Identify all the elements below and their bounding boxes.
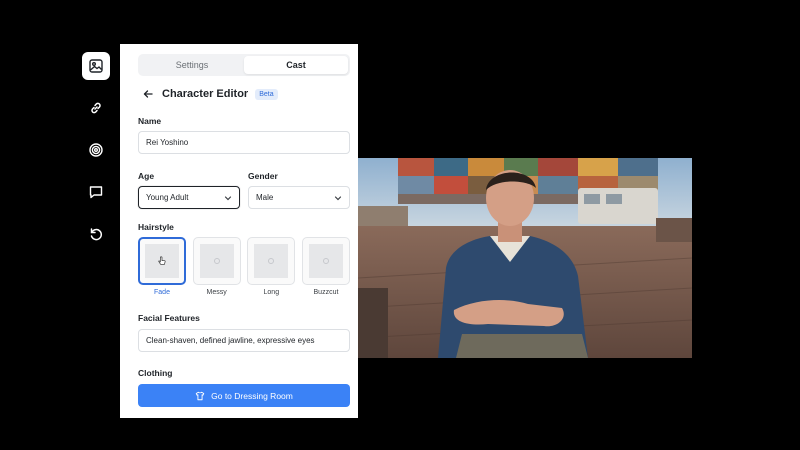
beta-badge: Beta bbox=[255, 88, 278, 100]
image-icon bbox=[89, 59, 103, 73]
rail-target-button[interactable] bbox=[82, 136, 110, 164]
placeholder-icon bbox=[322, 258, 329, 264]
chat-icon bbox=[89, 186, 103, 199]
preview-illustration bbox=[358, 158, 692, 358]
page-title: Character Editor bbox=[162, 88, 249, 100]
rail-link-button[interactable] bbox=[82, 94, 110, 122]
facial-features-label: Facial Features bbox=[138, 313, 200, 323]
tab-cast[interactable]: Cast bbox=[244, 56, 348, 74]
link-icon bbox=[91, 102, 101, 114]
name-input[interactable]: Rei Yoshino bbox=[138, 131, 350, 154]
rail-image-button[interactable] bbox=[82, 52, 110, 80]
character-preview-image bbox=[358, 158, 692, 358]
rail-undo-button[interactable] bbox=[82, 220, 110, 248]
hairstyle-options: Fade Messy Long Buzzcut bbox=[138, 237, 350, 296]
age-select[interactable]: Young Adult bbox=[138, 186, 240, 209]
target-icon bbox=[89, 143, 103, 157]
hairstyle-label: Hairstyle bbox=[138, 222, 174, 232]
chevron-down-icon bbox=[224, 195, 232, 200]
editor-header: Character Editor Beta bbox=[142, 88, 278, 100]
rail-chat-button[interactable] bbox=[82, 178, 110, 206]
chevron-down-icon bbox=[334, 195, 342, 200]
clothing-label: Clothing bbox=[138, 368, 173, 378]
hand-pointer-icon bbox=[158, 256, 166, 265]
facial-features-input[interactable]: Clean-shaven, defined jawline, expressiv… bbox=[138, 329, 350, 352]
dressing-room-button[interactable]: Go to Dressing Room bbox=[138, 384, 350, 407]
tab-settings[interactable]: Settings bbox=[140, 56, 244, 74]
hairstyle-label-buzzcut: Buzzcut bbox=[313, 289, 339, 296]
hairstyle-thumbnail bbox=[138, 237, 186, 285]
name-label: Name bbox=[138, 116, 162, 126]
hairstyle-option-long[interactable]: Long bbox=[247, 237, 296, 296]
gender-select-value: Male bbox=[256, 193, 274, 202]
placeholder-icon bbox=[268, 258, 275, 264]
shirt-icon bbox=[195, 391, 205, 400]
gender-select[interactable]: Male bbox=[248, 186, 350, 209]
undo-icon bbox=[90, 228, 103, 241]
hairstyle-thumbnail bbox=[247, 237, 296, 285]
back-arrow-icon[interactable] bbox=[142, 88, 154, 100]
age-select-value: Young Adult bbox=[146, 193, 189, 202]
placeholder-icon bbox=[213, 258, 220, 264]
hairstyle-label-fade: Fade bbox=[154, 289, 170, 296]
hairstyle-option-buzzcut[interactable]: Buzzcut bbox=[301, 237, 350, 296]
icon-rail bbox=[82, 52, 112, 262]
hairstyle-thumbnail bbox=[301, 237, 350, 285]
character-editor-panel: Settings Cast Character Editor Beta Name… bbox=[120, 44, 358, 418]
hairstyle-option-messy[interactable]: Messy bbox=[192, 237, 241, 296]
dressing-room-label: Go to Dressing Room bbox=[211, 390, 293, 401]
hairstyle-option-fade[interactable]: Fade bbox=[138, 237, 186, 296]
hairstyle-thumbnail bbox=[192, 237, 241, 285]
gender-label: Gender bbox=[248, 171, 278, 181]
hairstyle-label-long: Long bbox=[263, 289, 280, 296]
panel-tabs: Settings Cast bbox=[138, 54, 350, 76]
hairstyle-label-messy: Messy bbox=[206, 289, 227, 296]
age-label: Age bbox=[138, 171, 155, 181]
